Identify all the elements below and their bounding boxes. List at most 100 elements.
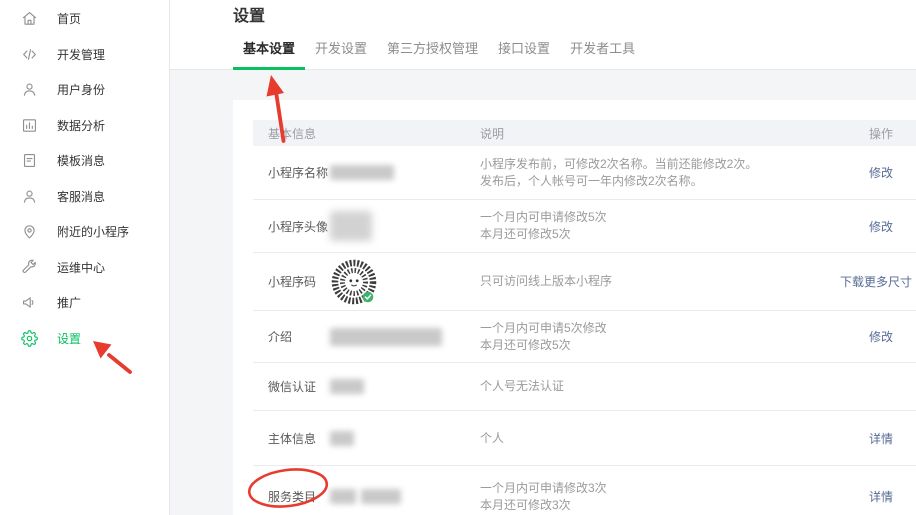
row-value-subject-info [330,431,354,446]
row-description-intro: 一个月内可申请5次修改本月还可修改5次 [480,320,840,354]
description-line: 本月还可修改3次 [480,497,840,514]
sidebar-item-label: 运维中心 [57,259,105,276]
gear-icon [21,330,38,347]
template-message-icon [21,152,38,169]
row-label-subject-info: 主体信息 [268,430,330,447]
redacted-text-block [330,379,364,394]
row-label-service-category: 服务类目 [268,488,330,505]
main-content: 设置 基本设置开发设置第三方授权管理接口设置开发者工具 基本信息 说明 操作 小… [170,0,916,515]
description-line: 发布后，个人帐号可一年内修改2次名称。 [480,173,840,190]
sidebar-item-label: 模板消息 [57,152,105,169]
row-value-qrcode [330,258,378,306]
action-link-service-category[interactable]: 详情 [869,490,893,504]
description-line: 一个月内可申请修改3次 [480,480,840,497]
row-label-wechat-verify: 微信认证 [268,378,330,395]
redacted-text-block [330,328,442,346]
sidebar-item-label: 客服消息 [57,188,105,205]
tab-bar: 基本设置开发设置第三方授权管理接口设置开发者工具 [233,36,645,70]
content-header: 设置 基本设置开发设置第三方授权管理接口设置开发者工具 [170,0,916,70]
row-label-intro: 介绍 [268,328,330,345]
row-value-avatar [330,211,372,241]
row-value-name [330,165,394,180]
settings-panel: 基本信息 说明 操作 小程序名称 小程序发布前，可修改2次名称。当前还能修改2次。… [233,100,916,515]
sidebar-item-ops-center[interactable]: 运维中心 [0,250,169,286]
basic-info-table: 基本信息 说明 操作 小程序名称 小程序发布前，可修改2次名称。当前还能修改2次。… [233,100,916,515]
sidebar-item-label: 推广 [57,294,81,311]
redacted-text-block [330,165,394,180]
sidebar-item-dev-manage[interactable]: 开发管理 [0,37,169,73]
action-link-qrcode[interactable]: 下载更多尺寸 [840,275,912,289]
description-line: 只可访问线上版本小程序 [480,273,840,290]
table-header-row: 基本信息 说明 操作 [253,120,916,146]
redacted-text-block [330,489,356,504]
customer-service-icon [21,188,38,205]
sidebar-item-label: 附近的小程序 [57,223,129,240]
code-icon [21,46,38,63]
column-header-action: 操作 [840,125,916,142]
user-icon [21,81,38,98]
table-row-subject-info: 主体信息 个人 详情 [253,411,916,466]
description-line: 个人号无法认证 [480,378,840,395]
table-row-wechat-verify: 微信认证 个人号无法认证 [253,363,916,411]
sidebar-item-label: 用户身份 [57,81,105,98]
sidebar-item-label: 首页 [57,10,81,27]
action-link-intro[interactable]: 修改 [869,330,893,344]
tab-dev-tools[interactable]: 开发者工具 [560,36,645,70]
nearby-icon [21,223,38,240]
description-line: 小程序发布前，可修改2次名称。当前还能修改2次。 [480,156,840,173]
home-icon [21,10,38,27]
row-description-name: 小程序发布前，可修改2次名称。当前还能修改2次。发布后，个人帐号可一年内修改2次… [480,156,840,190]
column-header-basic-info: 基本信息 [268,125,480,142]
analytics-icon [21,117,38,134]
table-row-name: 小程序名称 小程序发布前，可修改2次名称。当前还能修改2次。发布后，个人帐号可一年… [253,146,916,200]
description-line: 本月还可修改5次 [480,226,840,243]
mini-program-code-image [330,258,378,306]
sidebar-item-home[interactable]: 首页 [0,1,169,37]
row-description-subject-info: 个人 [480,430,840,447]
tab-api-settings[interactable]: 接口设置 [488,36,560,70]
sidebar: 首页开发管理用户身份数据分析模板消息客服消息附近的小程序运维中心推广设置 [0,0,170,515]
app-root: 首页开发管理用户身份数据分析模板消息客服消息附近的小程序运维中心推广设置 设置 … [0,0,916,515]
row-value-intro [330,328,442,346]
megaphone-icon [21,294,38,311]
sidebar-item-nearby-miniprogram[interactable]: 附近的小程序 [0,214,169,250]
action-link-name[interactable]: 修改 [869,166,893,180]
tab-dev-settings[interactable]: 开发设置 [305,36,377,70]
wrench-icon [21,259,38,276]
sidebar-item-template-message[interactable]: 模板消息 [0,143,169,179]
row-value-service-category [330,489,401,504]
redacted-text-block [361,489,401,504]
page-title: 设置 [233,0,916,28]
redacted-text-block [330,431,354,446]
sidebar-item-label: 开发管理 [57,46,105,63]
row-description-wechat-verify: 个人号无法认证 [480,378,840,395]
sidebar-item-user-identity[interactable]: 用户身份 [0,72,169,108]
row-description-service-category: 一个月内可申请修改3次本月还可修改3次 [480,480,840,514]
tab-third-party-auth[interactable]: 第三方授权管理 [377,36,488,70]
action-link-subject-info[interactable]: 详情 [869,432,893,446]
table-row-avatar: 小程序头像 一个月内可申请修改5次本月还可修改5次 修改 [253,200,916,253]
table-row-qrcode: 小程序码 只可访问线上版本小程序下载更多尺寸 [253,253,916,311]
action-link-avatar[interactable]: 修改 [869,220,893,234]
column-header-description: 说明 [480,125,840,142]
row-description-avatar: 一个月内可申请修改5次本月还可修改5次 [480,209,840,243]
description-line: 一个月内可申请5次修改 [480,320,840,337]
table-row-intro: 介绍 一个月内可申请5次修改本月还可修改5次 修改 [253,311,916,363]
sidebar-item-analytics[interactable]: 数据分析 [0,108,169,144]
sidebar-item-settings[interactable]: 设置 [0,321,169,357]
table-body: 小程序名称 小程序发布前，可修改2次名称。当前还能修改2次。发布后，个人帐号可一年… [253,146,916,515]
sidebar-nav: 首页开发管理用户身份数据分析模板消息客服消息附近的小程序运维中心推广设置 [0,1,169,356]
row-label-qrcode: 小程序码 [268,273,330,290]
row-label-name: 小程序名称 [268,164,330,181]
table-row-service-category: 服务类目 一个月内可申请修改3次本月还可修改3次 详情 [253,466,916,515]
redacted-avatar-image [330,211,372,241]
description-line: 一个月内可申请修改5次 [480,209,840,226]
sidebar-item-label: 数据分析 [57,117,105,134]
row-value-wechat-verify [330,379,364,394]
row-description-qrcode: 只可访问线上版本小程序 [480,273,840,290]
sidebar-item-service-message[interactable]: 客服消息 [0,179,169,215]
description-line: 个人 [480,430,840,447]
row-label-avatar: 小程序头像 [268,218,330,235]
tab-basic-settings[interactable]: 基本设置 [233,36,305,70]
sidebar-item-promotion[interactable]: 推广 [0,285,169,321]
